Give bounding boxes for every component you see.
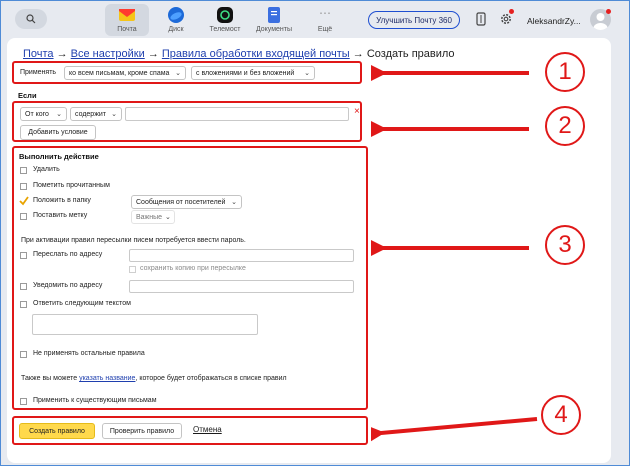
reply-label: Ответить следующим текстом [33,300,131,307]
apply-attachments-select[interactable]: с вложениями и без вложений ⌄ [191,66,315,80]
dont-apply-others-label: Не применять остальные правила [33,350,145,357]
breadcrumb-separator: → [147,48,159,60]
chevron-down-icon: ⌄ [231,199,237,206]
service-label: Телемост [209,26,241,33]
mark-read-label: Пометить прочитанным [33,182,110,189]
notify-label: Уведомить по адресу [33,282,103,289]
check-rule-button[interactable]: Проверить правило [102,423,182,439]
apply-existing-checkbox[interactable] [20,398,27,405]
service-label: Документы [255,26,293,33]
documents-icon [265,6,283,24]
annotation-number-3: 3 [545,225,585,265]
rule-name-note-before: Также вы можете [21,375,78,382]
chevron-down-icon: ⌄ [111,111,117,118]
rule-name-note-after: , которое будет отображаться в списке пр… [135,375,287,382]
keep-copy-checkbox[interactable] [129,266,136,273]
label-select-value: Важные [136,213,163,221]
settings-gear-icon[interactable] [499,12,513,26]
create-rule-button[interactable]: Создать правило [19,423,95,439]
annotation-arrows [371,61,529,260]
condition-title: Если [18,91,37,100]
breadcrumb-mail-link[interactable]: Почта [23,48,54,60]
disk-icon [167,6,185,24]
service-disk[interactable]: Диск [154,4,198,36]
set-label-label: Поставить метку [33,212,88,219]
annotation-number-4: 4 [541,395,581,435]
remove-condition-icon[interactable]: × [354,106,360,117]
search-button[interactable] [15,9,47,29]
username[interactable]: AleksandrZy... [527,16,581,26]
service-more[interactable]: ⋯ Ещё [303,4,347,36]
move-to-folder-label: Положить в папку [33,197,91,204]
folder-select-value: Сообщения от посетителей [136,198,226,206]
chevron-down-icon: ⌄ [56,111,62,118]
actions-title: Выполнить действие [19,152,99,161]
apply-scope-select[interactable]: ко всем письмам, кроме спама ⌄ [64,66,186,80]
condition-field-select[interactable]: От кого ⌄ [20,107,67,121]
upgrade-button[interactable]: Улучшить Почту 360 [368,11,460,29]
search-icon [26,14,36,24]
folder-select[interactable]: Сообщения от посетителей ⌄ [131,195,242,209]
annotation-number-1: 1 [545,52,585,92]
apply-existing-label: Применить к существующим письмам [33,397,157,404]
breadcrumb-separator: → [352,48,364,60]
service-documents[interactable]: Документы [252,4,296,36]
chevron-down-icon: ⌄ [165,214,171,221]
add-condition-button[interactable]: Добавить условие [20,125,96,140]
service-telemost[interactable]: Телемост [203,4,247,36]
delete-checkbox[interactable] [20,167,27,174]
notification-dot [509,9,514,14]
password-note: При активации правил пересылки писем пот… [21,237,246,244]
chevron-down-icon: ⌄ [175,70,181,77]
chevron-down-icon: ⌄ [304,70,310,77]
annotation-arrow-4 [371,417,538,447]
reply-checkbox[interactable] [20,301,27,308]
breadcrumb-rules-link[interactable]: Правила обработки входящей почты [162,48,350,60]
notify-checkbox[interactable] [20,283,27,290]
condition-operator-select[interactable]: содержит ⌄ [70,107,122,121]
breadcrumb-separator: → [56,48,68,60]
apply-attachments-value: с вложениями и без вложений [196,69,295,77]
forward-checkbox[interactable] [20,252,27,259]
condition-field-value: От кого [25,110,49,118]
rule-name-note: Также вы можете указать название, которо… [21,375,287,382]
service-label: Диск [168,26,184,33]
forward-address-input[interactable] [129,249,354,262]
apply-label: Применять [20,69,57,76]
specify-name-link[interactable]: указать название [79,375,135,382]
mark-read-checkbox[interactable] [20,183,27,190]
checkmark-icon [19,196,29,206]
arrow-4 [371,417,538,447]
keep-copy-label: сохранить копию при пересылке [140,265,246,272]
more-icon: ⋯ [319,6,331,20]
notify-address-input[interactable] [129,280,354,293]
service-label: Ещё [317,26,333,33]
move-to-folder-checkbox[interactable] [19,196,29,206]
annotation-number-2: 2 [545,106,585,146]
forward-label: Переслать по адресу [33,251,103,258]
dont-apply-others-checkbox[interactable] [20,351,27,358]
service-mail[interactable]: Почта [105,4,149,36]
tablet-icon[interactable] [475,12,487,26]
mail-icon [118,6,136,24]
label-select[interactable]: Важные ⌄ [131,210,175,224]
delete-label: Удалить [33,166,60,173]
top-bar: Почта Диск Телемост Документы ⋯ Ещё Улуч… [1,1,629,37]
service-label: Почта [117,26,137,33]
cancel-link[interactable]: Отмена [193,425,222,434]
avatar-notification-dot [606,9,611,14]
apply-scope-value: ко всем письмам, кроме спама [69,69,170,77]
telemost-icon [216,6,234,24]
condition-value-input[interactable] [125,107,349,121]
reply-textarea[interactable] [32,314,258,335]
breadcrumb-settings-link[interactable]: Все настройки [71,48,145,60]
set-label-checkbox[interactable] [20,213,27,220]
condition-operator-value: содержит [75,110,106,118]
